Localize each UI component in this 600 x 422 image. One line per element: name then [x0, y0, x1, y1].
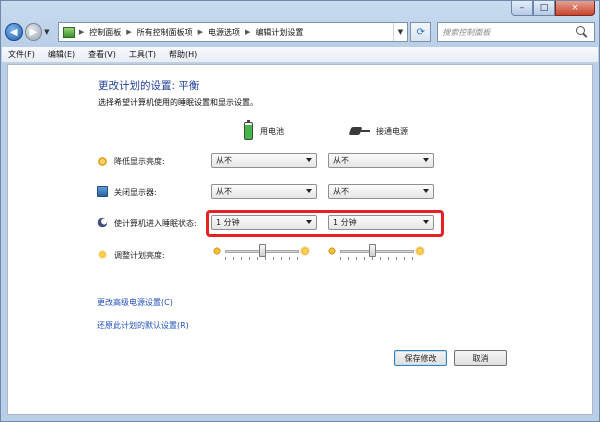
chevron-down-icon	[306, 158, 312, 162]
arrow-right-icon: ▶	[29, 26, 38, 38]
slider-ticks	[225, 257, 299, 260]
menu-file[interactable]: 文件(F)	[8, 49, 35, 60]
window: – □ × ◀ ▶ ▼ ▶ 控制面板 ▶ 所有控制面板项 ▶ 电源选项 ▶ 编辑…	[0, 0, 600, 422]
close-button[interactable]: ×	[555, 1, 595, 16]
brightness-high-icon	[414, 245, 426, 257]
dim-display-icon	[97, 156, 108, 167]
sleep-icon	[97, 217, 108, 228]
cancel-button[interactable]: 取消	[454, 350, 507, 366]
recent-pages-dropdown[interactable]: ▼	[44, 28, 52, 36]
chevron-right-icon[interactable]: ▶	[245, 28, 250, 36]
power-plug-icon	[348, 125, 370, 137]
column-battery: 用电池	[244, 120, 284, 142]
slider-track	[340, 250, 414, 253]
maximize-button[interactable]: □	[533, 1, 555, 16]
turn-off-display-battery-value: 从不	[216, 187, 232, 196]
menu-view[interactable]: 查看(V)	[88, 49, 116, 60]
chevron-down-icon	[423, 220, 429, 224]
chevron-down-icon: ▼	[397, 28, 404, 36]
brightness-icon	[97, 249, 108, 260]
page-title: 更改计划的设置: 平衡	[98, 80, 200, 92]
slider-ticks	[340, 257, 414, 260]
brightness-low-icon	[328, 247, 336, 255]
column-plugged: 接通电源	[348, 120, 408, 142]
restore-defaults-link[interactable]: 还原此计划的默认设置(R)	[97, 320, 189, 331]
chevron-right-icon[interactable]: ▶	[198, 28, 203, 36]
address-dropdown[interactable]: ▼	[392, 23, 407, 41]
breadcrumb-control-panel[interactable]: 控制面板	[89, 27, 121, 38]
refresh-button[interactable]: ⟳	[409, 22, 432, 42]
menu-help[interactable]: 帮助(H)	[169, 49, 197, 60]
chevron-right-icon[interactable]: ▶	[126, 28, 131, 36]
sleep-plugged-select[interactable]: 1 分钟	[328, 215, 434, 230]
chevron-down-icon	[423, 158, 429, 162]
back-button[interactable]: ◀	[5, 23, 23, 41]
slider-thumb[interactable]	[369, 244, 377, 257]
brightness-high-icon	[299, 245, 311, 257]
chevron-down-icon	[423, 189, 429, 193]
turn-off-display-label: 关闭显示器:	[114, 188, 157, 197]
dim-display-label: 降低显示亮度:	[114, 157, 165, 166]
brightness-low-icon	[213, 247, 221, 255]
sleep-plugged-value: 1 分钟	[333, 218, 357, 227]
chevron-down-icon	[306, 189, 312, 193]
minimize-button[interactable]: –	[511, 1, 533, 16]
breadcrumb-edit-plan[interactable]: 编辑计划设置	[255, 27, 303, 38]
search-input[interactable]: 搜索控制面板	[442, 27, 576, 38]
save-button[interactable]: 保存修改	[394, 350, 447, 366]
control-panel-icon	[62, 26, 75, 38]
dim-display-plugged-value: 从不	[333, 156, 349, 165]
caption-buttons: – □ ×	[511, 1, 595, 17]
slider-thumb[interactable]	[258, 244, 266, 257]
brightness-plugged-slider[interactable]	[328, 243, 426, 263]
brightness-battery-slider[interactable]	[213, 243, 311, 263]
breadcrumb-power-options[interactable]: 电源选项	[208, 27, 240, 38]
advanced-settings-link[interactable]: 更改高级电源设置(C)	[97, 297, 173, 308]
turn-off-display-plugged-value: 从不	[333, 187, 349, 196]
menu-edit[interactable]: 编辑(E)	[48, 49, 75, 60]
sleep-label: 使计算机进入睡眠状态:	[114, 219, 197, 228]
dim-display-plugged-select[interactable]: 从不	[328, 153, 434, 168]
page-subtitle: 选择希望计算机使用的睡眠设置和显示设置。	[98, 98, 258, 107]
content-pane: 更改计划的设置: 平衡 选择希望计算机使用的睡眠设置和显示设置。 用电池 接通电…	[7, 64, 593, 415]
turn-off-display-battery-select[interactable]: 从不	[211, 184, 317, 199]
chevron-down-icon: ▼	[44, 28, 50, 36]
address-bar[interactable]: ▶ 控制面板 ▶ 所有控制面板项 ▶ 电源选项 ▶ 编辑计划设置 ▼	[57, 22, 408, 42]
battery-icon	[244, 120, 253, 140]
menu-bar: 文件(F) 编辑(E) 查看(V) 工具(T) 帮助(H)	[2, 47, 598, 63]
chevron-down-icon	[306, 220, 312, 224]
arrow-left-icon: ◀	[9, 26, 18, 38]
column-plugged-label: 接通电源	[376, 126, 408, 136]
menu-tools[interactable]: 工具(T)	[129, 49, 156, 60]
dim-display-battery-value: 从不	[216, 156, 232, 165]
navigation-bar: ◀ ▶ ▼ ▶ 控制面板 ▶ 所有控制面板项 ▶ 电源选项 ▶ 编辑计划设置 ▼…	[5, 21, 595, 43]
chevron-right-icon: ▶	[78, 28, 85, 36]
search-box[interactable]: 搜索控制面板	[437, 22, 595, 42]
monitor-icon	[97, 186, 108, 197]
search-icon[interactable]	[576, 26, 588, 38]
breadcrumb-all-items[interactable]: 所有控制面板项	[137, 27, 193, 38]
dim-display-battery-select[interactable]: 从不	[211, 153, 317, 168]
forward-button[interactable]: ▶	[24, 23, 43, 41]
brightness-label: 调整计划亮度:	[114, 251, 165, 260]
sleep-battery-value: 1 分钟	[216, 218, 240, 227]
refresh-icon: ⟳	[416, 26, 425, 38]
sleep-battery-select[interactable]: 1 分钟	[211, 215, 317, 230]
column-battery-label: 用电池	[260, 126, 284, 136]
turn-off-display-plugged-select[interactable]: 从不	[328, 184, 434, 199]
